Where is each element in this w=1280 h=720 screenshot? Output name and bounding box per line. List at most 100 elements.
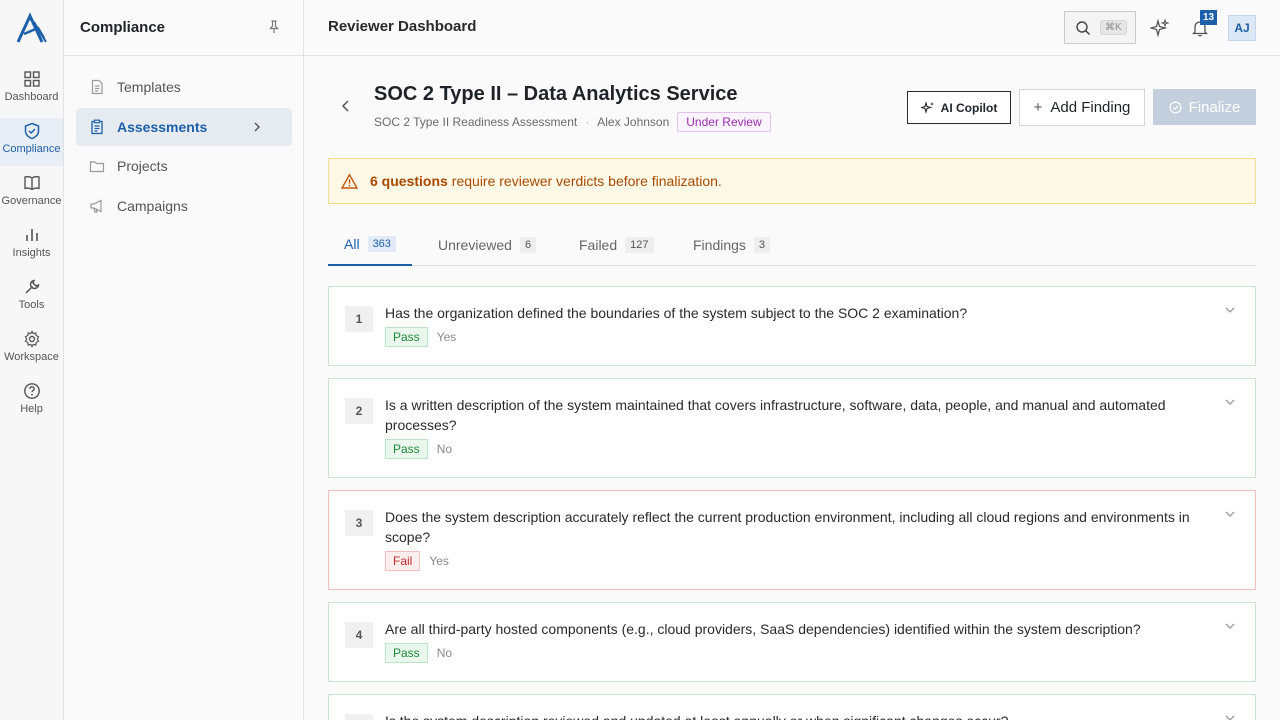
search-button[interactable]: ⌘K (1064, 11, 1136, 44)
question-text: Is the system description reviewed and u… (385, 711, 1215, 720)
rail-item-governance[interactable]: Governance (0, 170, 63, 218)
rail-item-dashboard[interactable]: Dashboard (0, 66, 63, 114)
question-card[interactable]: 3 Does the system description accurately… (328, 490, 1256, 590)
question-result: Pass No (385, 439, 452, 459)
verdict-badge: Pass (385, 439, 428, 459)
rail-item-insights[interactable]: Insights (0, 222, 63, 270)
chevron-down-icon[interactable] (1223, 619, 1237, 633)
sidebar-item-templates[interactable]: Templates (76, 68, 292, 106)
rail-item-label: Compliance (2, 143, 61, 155)
sidebar-item-label: Assessments (117, 119, 208, 135)
warning-triangle-icon (341, 172, 358, 189)
verdict-badge: Pass (385, 327, 428, 347)
question-result: Fail Yes (385, 551, 449, 571)
tab-count: 6 (519, 236, 537, 253)
warning-count: 6 questions (370, 173, 448, 189)
answer-text: Yes (429, 554, 449, 568)
sidebar-item-assessments[interactable]: Assessments (76, 108, 292, 146)
tab-failed[interactable]: Failed 127 (563, 223, 670, 266)
add-finding-button[interactable]: + Add Finding (1019, 89, 1145, 126)
question-text: Are all third-party hosted components (e… (385, 621, 1141, 637)
sparkle-icon (920, 100, 934, 114)
verdict-badge: Fail (385, 551, 421, 571)
question-text: Is a written description of the system m… (385, 397, 1166, 433)
sidebar-item-label: Campaigns (117, 198, 188, 214)
sidebar-item-campaigns[interactable]: Campaigns (76, 187, 292, 225)
verdict-badge: Pass (385, 643, 428, 663)
rail-item-label: Tools (18, 299, 45, 311)
tab-unreviewed[interactable]: Unreviewed 6 (422, 223, 552, 266)
finalize-button[interactable]: Finalize (1153, 89, 1256, 125)
warning-banner: 6 questions require reviewer verdicts be… (328, 158, 1256, 204)
question-card[interactable]: 4 Are all third-party hosted components … (328, 602, 1256, 682)
question-number: 3 (345, 510, 373, 536)
sidebar-item-label: Templates (117, 79, 181, 95)
sidebar-header: Compliance (64, 0, 303, 56)
rail-item-label: Governance (1, 195, 62, 207)
question-card[interactable]: 1 Has the organization defined the bound… (328, 286, 1256, 366)
ai-copilot-label: AI Copilot (940, 100, 998, 115)
tab-all[interactable]: All 363 (328, 223, 412, 266)
main-content: SOC 2 Type II – Data Analytics Service S… (304, 56, 1280, 720)
notification-badge: 13 (1200, 10, 1218, 25)
ai-copilot-button[interactable]: AI Copilot (907, 91, 1011, 124)
megaphone-icon (90, 199, 102, 213)
chevron-down-icon[interactable] (1223, 395, 1237, 409)
chevron-down-icon[interactable] (1223, 711, 1237, 720)
rail-item-help[interactable]: Help (0, 378, 63, 426)
sidebar-title: Compliance (80, 19, 166, 36)
question-text: Does the system description accurately r… (385, 509, 1190, 545)
back-chevron-icon[interactable] (338, 98, 354, 114)
grid-icon (23, 71, 40, 87)
section-sidebar: Compliance Templates Assessments Project… (64, 0, 304, 720)
question-result: Pass No (385, 643, 452, 663)
assessment-type: SOC 2 Type II Readiness Assessment (374, 115, 578, 129)
chevron-down-icon[interactable] (1223, 303, 1237, 317)
tab-count: 363 (367, 235, 396, 252)
rail-item-tools[interactable]: Tools (0, 274, 63, 322)
pin-icon[interactable] (266, 19, 282, 35)
status-badge: Under Review (677, 112, 771, 132)
avatar[interactable]: AJ (1228, 15, 1256, 41)
meta-separator: · (585, 115, 590, 129)
question-number: 4 (345, 622, 373, 648)
assessment-title: SOC 2 Type II – Data Analytics Service (374, 83, 738, 105)
rail-item-label: Workspace (4, 351, 59, 363)
rail-item-label: Help (20, 403, 43, 415)
assessment-meta: SOC 2 Type II Readiness Assessment · Ale… (374, 112, 771, 132)
clipboard-icon (91, 119, 103, 135)
tab-findings[interactable]: Findings 3 (677, 223, 786, 266)
tab-count: 3 (753, 236, 771, 253)
question-card[interactable]: 2 Is a written description of the system… (328, 378, 1256, 478)
sidebar-item-label: Projects (117, 158, 168, 174)
top-bar: Reviewer Dashboard ⌘K 13 AJ (304, 0, 1280, 56)
sparkle-icon[interactable] (1150, 18, 1170, 38)
question-card[interactable]: 5 Is the system description reviewed and… (328, 694, 1256, 720)
gear-icon (24, 330, 39, 348)
rail-item-compliance[interactable]: Compliance (0, 118, 63, 166)
shield-check-icon (24, 122, 39, 140)
answer-text: No (436, 646, 453, 660)
chevron-down-icon[interactable] (1223, 507, 1237, 521)
question-text: Has the organization defined the boundar… (385, 305, 968, 321)
book-icon (23, 176, 40, 191)
question-number: 5 (345, 714, 373, 720)
bar-chart-icon (25, 229, 38, 241)
rail-item-label: Dashboard (4, 91, 59, 103)
finalize-label: Finalize (1188, 98, 1241, 116)
page-title: Reviewer Dashboard (328, 18, 477, 35)
warning-message: require reviewer verdicts before finaliz… (451, 173, 722, 189)
plus-icon: + (1033, 99, 1043, 116)
question-number: 2 (345, 398, 373, 424)
rail-item-workspace[interactable]: Workspace (0, 326, 63, 374)
document-icon (91, 79, 103, 95)
assessment-owner: Alex Johnson (597, 115, 670, 129)
tab-label: All (344, 235, 360, 252)
app-logo-icon[interactable] (14, 12, 50, 44)
app-rail: Dashboard Compliance Governance Insights… (0, 0, 64, 720)
sidebar-item-projects[interactable]: Projects (76, 147, 292, 185)
add-finding-label: Add Finding (1050, 99, 1131, 116)
check-circle-icon (1169, 101, 1182, 113)
tab-count: 127 (625, 236, 654, 253)
answer-text: Yes (436, 330, 457, 344)
